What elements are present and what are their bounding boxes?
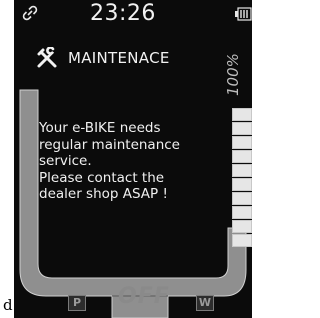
popup-message: Your e-BIKE needs regular maintenance se… [39, 120, 180, 202]
battery-level-meter [232, 108, 252, 247]
popup-title: MAINTENACE [68, 49, 170, 67]
maintenance-popup: MAINTENACE Your e-BIKE needs regular mai… [26, 36, 222, 232]
battery-segment [232, 136, 252, 149]
battery-segment [232, 178, 252, 191]
battery-segment [232, 108, 252, 121]
mode-w-indicator: W [196, 295, 214, 311]
mode-p-indicator: P [68, 295, 86, 311]
battery-segment [232, 164, 252, 177]
popup-header: MAINTENACE [36, 44, 170, 72]
assist-mode-label: OFF [118, 284, 170, 309]
battery-segment [232, 192, 252, 205]
figure-caption: d [3, 296, 13, 314]
battery-segment [232, 150, 252, 163]
battery-segment [232, 122, 252, 135]
battery-segment [232, 234, 252, 247]
battery-segment [232, 220, 252, 233]
wrench-icon [37, 47, 57, 68]
battery-percent-label: 100% [224, 53, 242, 96]
battery-segment [232, 206, 252, 219]
ebike-display-screen: 23:26 100% MAINTENACE Your e-BIKE needs … [14, 0, 252, 318]
